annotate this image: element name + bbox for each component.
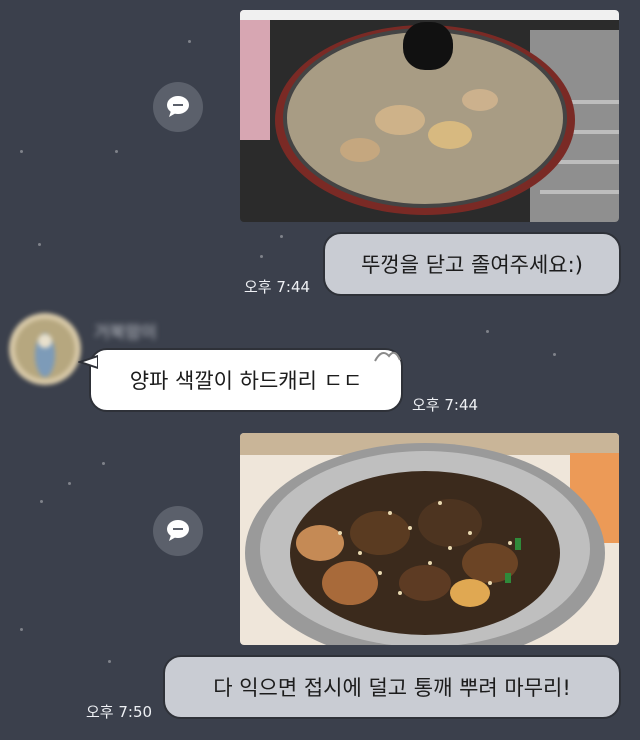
speech-bubble-icon bbox=[167, 520, 189, 541]
share-button[interactable] bbox=[153, 506, 203, 556]
dish-photo-image bbox=[240, 433, 619, 645]
sender-name: 거북맘이 bbox=[94, 323, 157, 343]
share-button[interactable] bbox=[153, 82, 203, 132]
message-photo-dish[interactable] bbox=[240, 433, 619, 645]
incoming-message-bubble[interactable]: 양파 색깔이 하드캐리 ㄷㄷ bbox=[89, 348, 403, 412]
my-message-bubble[interactable]: 다 익으면 접시에 덜고 통깨 뿌려 마무리! bbox=[163, 655, 621, 719]
message-time: 오후 7:44 bbox=[244, 278, 311, 296]
my-message-bubble[interactable]: 뚜껑을 닫고 졸여주세요:) bbox=[323, 232, 621, 296]
speech-bubble-icon bbox=[167, 96, 189, 117]
bubble-tail-icon bbox=[78, 354, 98, 370]
message-photo-pot[interactable] bbox=[240, 10, 619, 222]
message-time: 오후 7:50 bbox=[86, 703, 153, 721]
message-text: 뚜껑을 닫고 졸여주세요:) bbox=[361, 253, 583, 277]
decoration-icon bbox=[374, 351, 401, 362]
message-text: 양파 색깔이 하드캐리 ㄷㄷ bbox=[129, 369, 363, 393]
sender-avatar[interactable] bbox=[9, 313, 81, 385]
avatar-image bbox=[9, 313, 81, 385]
message-time: 오후 7:44 bbox=[412, 396, 479, 414]
pot-photo-image bbox=[240, 10, 619, 222]
message-text: 다 익으면 접시에 덜고 통깨 뿌려 마무리! bbox=[213, 676, 571, 700]
